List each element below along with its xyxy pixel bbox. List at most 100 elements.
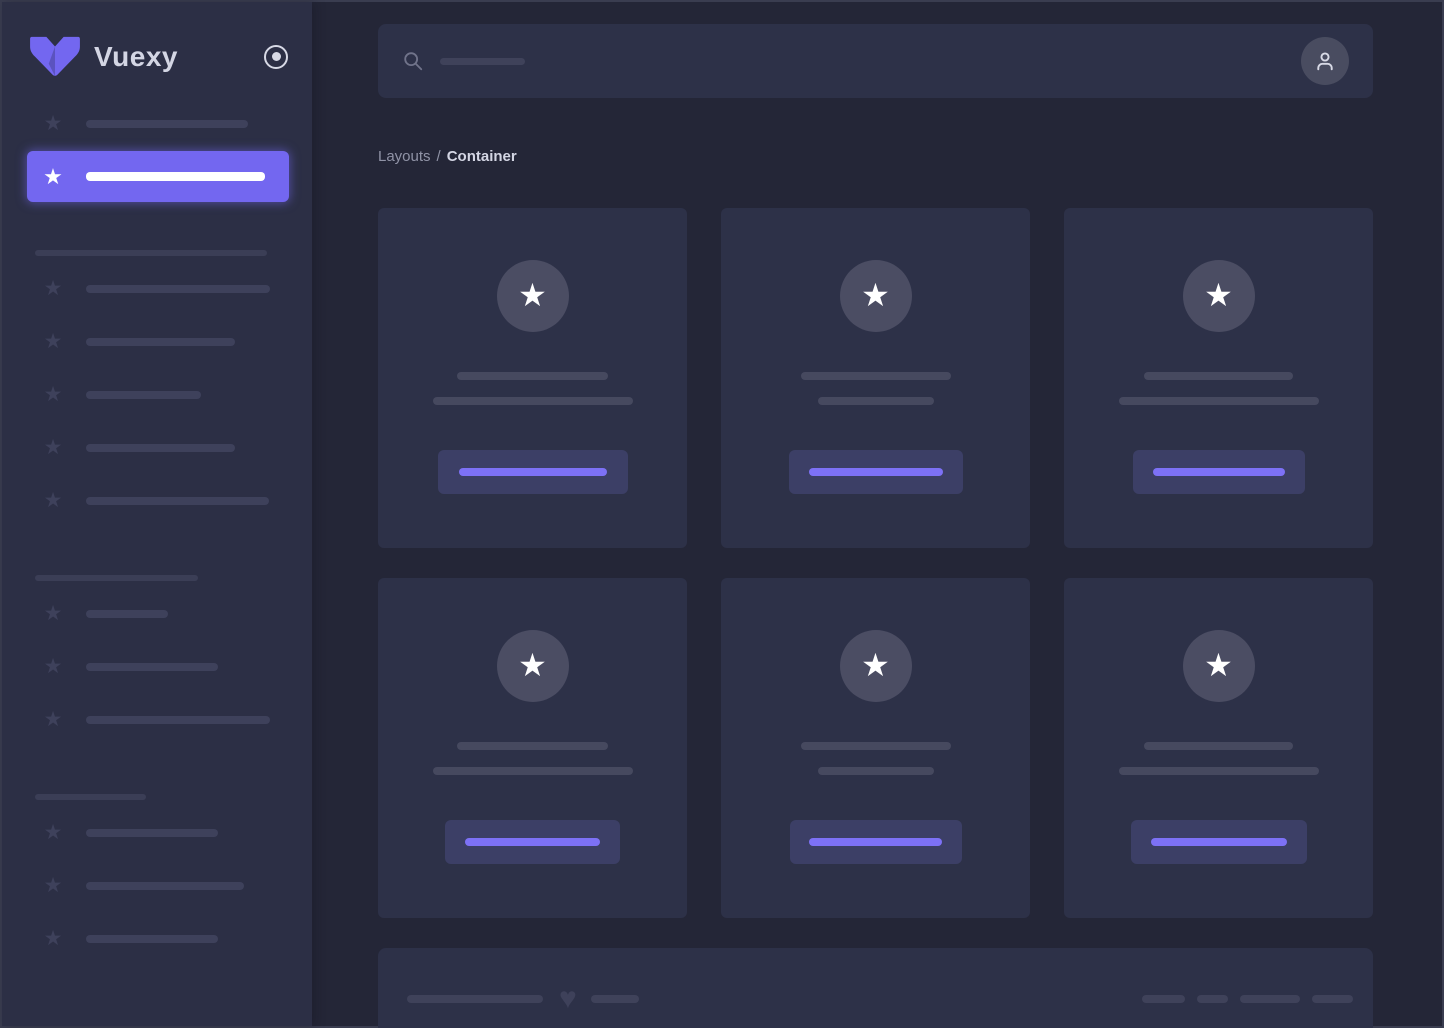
breadcrumb: Layouts / Container: [378, 146, 1373, 166]
card-avatar: ★: [839, 260, 912, 332]
sidebar-section-skeleton: [35, 575, 198, 581]
star-icon: ★: [1204, 276, 1233, 313]
star-icon: ★: [43, 489, 63, 512]
search-icon: [404, 52, 423, 71]
star-icon: ★: [43, 330, 63, 353]
sidebar-section-skeleton: [35, 250, 267, 256]
sidebar-item[interactable]: ★: [2, 693, 312, 746]
card-line-skeleton: [1118, 397, 1319, 405]
search-placeholder-skeleton: [440, 57, 525, 65]
footer-link-skeleton: [1240, 995, 1300, 1003]
star-icon: ★: [43, 163, 63, 189]
card: ★: [378, 578, 687, 918]
star-icon: ★: [518, 276, 547, 313]
heart-icon: ♥: [559, 982, 577, 1015]
person-icon: [1317, 52, 1333, 71]
card-button[interactable]: [1130, 820, 1307, 864]
vuexy-logo-icon: [30, 36, 80, 76]
card-avatar: ★: [496, 630, 569, 702]
sidebar-item-label-skeleton: [86, 828, 218, 837]
sidebar-item-label-skeleton: [86, 390, 201, 399]
user-avatar-button[interactable]: [1301, 37, 1349, 85]
sidebar-section-label: [2, 250, 312, 256]
star-icon: ★: [43, 708, 63, 731]
sidebar-item[interactable]: ★: [2, 368, 312, 421]
card-avatar: ★: [839, 630, 912, 702]
card: ★: [378, 208, 687, 548]
footer-row: ♥: [407, 984, 1353, 1014]
sidebar: Vuexy ★ ★ ★ ★ ★ ★ ★ ★ ★ ★ ★ ★ ★: [2, 2, 312, 1026]
star-icon: ★: [1204, 646, 1233, 683]
sidebar-item[interactable]: ★: [2, 859, 312, 912]
footer-link-skeleton: [1142, 995, 1185, 1003]
breadcrumb-current: Container: [446, 147, 517, 165]
cards-grid: ★ ★ ★ ★ ★ ★: [378, 208, 1373, 918]
sidebar-section-skeleton: [35, 794, 146, 800]
star-icon: ★: [43, 655, 63, 678]
sidebar-item[interactable]: ★: [2, 806, 312, 859]
card-button[interactable]: [789, 820, 962, 864]
card-button[interactable]: [1132, 450, 1305, 494]
sidebar-item-label-skeleton: [86, 443, 235, 452]
footer-card: ♥: [378, 948, 1373, 1028]
search-input[interactable]: [378, 24, 1373, 98]
footer-links: [1142, 995, 1353, 1003]
star-icon: ★: [518, 646, 547, 683]
card: ★: [1064, 208, 1373, 548]
footer-link-skeleton: [1312, 995, 1353, 1003]
sidebar-item-label-skeleton: [86, 172, 265, 181]
card-line-skeleton: [432, 767, 633, 775]
star-icon: ★: [43, 874, 63, 897]
sidebar-item-label-skeleton: [86, 496, 269, 505]
sidebar-item[interactable]: ★: [2, 474, 312, 527]
sidebar-item[interactable]: ★: [2, 640, 312, 693]
sidebar-item[interactable]: ★: [2, 262, 312, 315]
star-icon: ★: [43, 821, 63, 844]
sidebar-item[interactable]: ★: [2, 421, 312, 474]
main-content: Layouts / Container ★ ★ ★ ★ ★ ★ ♥: [312, 2, 1442, 1028]
star-icon: ★: [861, 646, 890, 683]
card-line-skeleton: [817, 397, 934, 405]
card-avatar: ★: [1182, 260, 1255, 332]
card-button[interactable]: [437, 450, 628, 494]
card: ★: [721, 208, 1030, 548]
sidebar-item-label-skeleton: [86, 881, 244, 890]
card-line-skeleton: [457, 372, 608, 380]
star-icon: ★: [43, 112, 63, 135]
sidebar-item-label-skeleton: [86, 284, 270, 293]
card-button[interactable]: [445, 820, 620, 864]
card-button[interactable]: [788, 450, 963, 494]
sidebar-section-label: [2, 575, 312, 581]
sidebar-item[interactable]: ★: [2, 587, 312, 640]
breadcrumb-parent[interactable]: Layouts: [378, 148, 431, 165]
sidebar-item[interactable]: ★: [2, 97, 312, 150]
card: ★: [721, 578, 1030, 918]
card-button-label-skeleton: [809, 838, 942, 846]
star-icon: ★: [43, 383, 63, 406]
card-avatar: ★: [496, 260, 569, 332]
footer-link-skeleton: [1197, 995, 1228, 1003]
card-button-label-skeleton: [465, 838, 600, 846]
sidebar-item[interactable]: ★: [2, 912, 312, 965]
brand-header: Vuexy: [2, 2, 312, 97]
sidebar-item[interactable]: ★: [2, 315, 312, 368]
sidebar-item-active[interactable]: ★: [27, 151, 289, 202]
card-button-label-skeleton: [1152, 468, 1285, 476]
card-avatar: ★: [1182, 630, 1255, 702]
card-line-skeleton: [800, 372, 951, 380]
card-line-skeleton: [1144, 372, 1293, 380]
card: ★: [1064, 578, 1373, 918]
sidebar-item-label-skeleton: [86, 119, 248, 128]
card-line-skeleton: [432, 397, 633, 405]
star-icon: ★: [43, 436, 63, 459]
sidebar-nav: ★ ★ ★ ★ ★ ★ ★ ★ ★ ★ ★ ★ ★: [2, 97, 312, 965]
star-icon: ★: [861, 276, 890, 313]
card-line-skeleton: [457, 742, 608, 750]
breadcrumb-separator: /: [436, 147, 441, 165]
sidebar-item-label-skeleton: [86, 609, 168, 618]
menu-toggle-radio-icon[interactable]: [264, 44, 288, 69]
card-button-label-skeleton: [808, 468, 943, 476]
card-line-skeleton: [1144, 742, 1293, 750]
brand-title: Vuexy: [94, 40, 178, 72]
card-button-label-skeleton: [1150, 838, 1287, 846]
